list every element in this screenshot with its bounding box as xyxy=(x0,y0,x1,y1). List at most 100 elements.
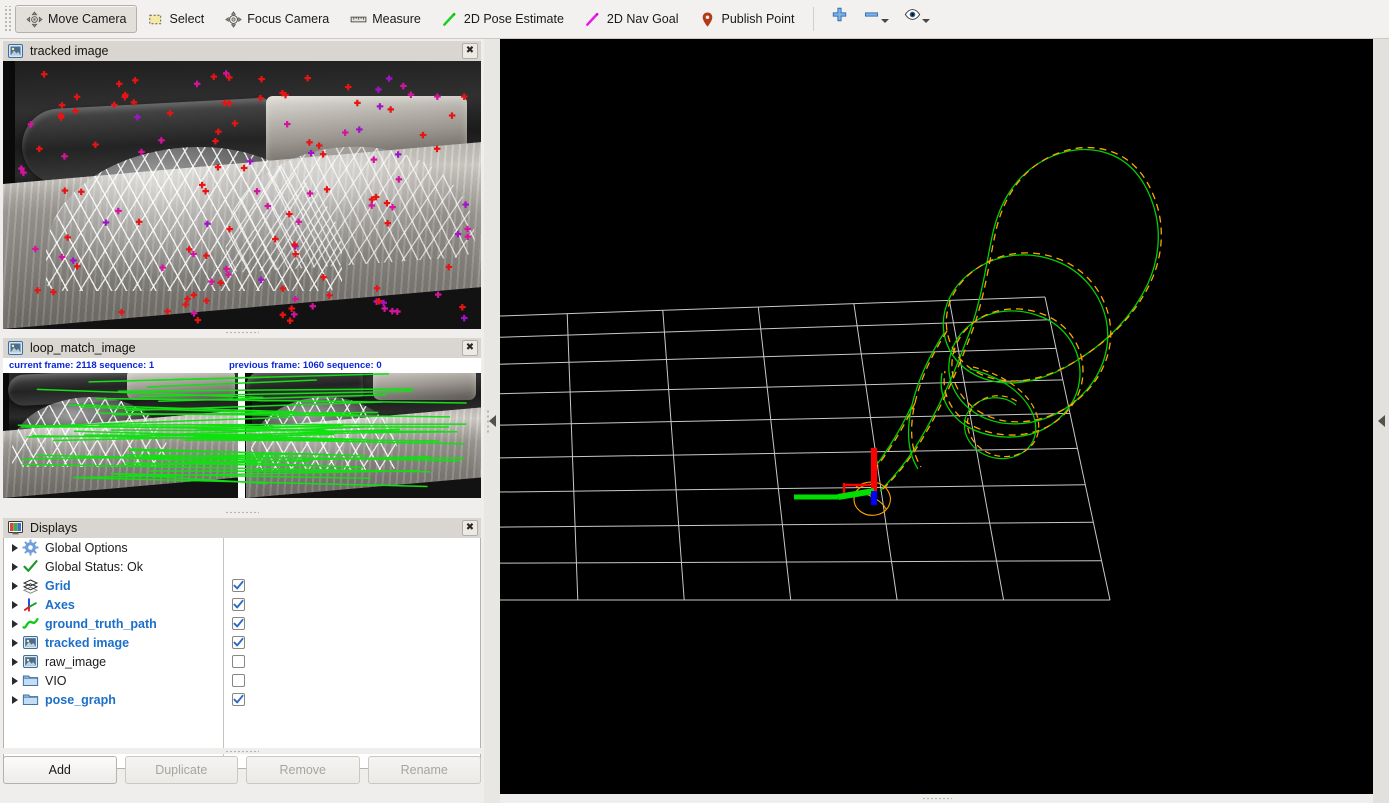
display-item-vio[interactable]: VIO xyxy=(4,671,223,690)
feature-point xyxy=(433,145,441,153)
tool-2d-pose-estimate[interactable]: 2D Pose Estimate xyxy=(431,5,574,33)
display-enabled-checkbox[interactable] xyxy=(232,598,245,611)
tool-select[interactable]: Select xyxy=(137,5,215,33)
tool-measure[interactable]: Measure xyxy=(339,5,431,33)
feature-point xyxy=(231,120,239,127)
feature-point xyxy=(286,317,294,325)
display-item-enable-cell[interactable] xyxy=(224,576,480,595)
expand-arrow-icon[interactable] xyxy=(8,595,22,614)
tool-2d-nav-goal[interactable]: 2D Nav Goal xyxy=(574,5,689,33)
panel-loop-match-titlebar[interactable]: loop_match_image ✖ xyxy=(3,338,481,358)
expand-arrow-icon[interactable] xyxy=(8,557,22,576)
display-item-global-status-ok[interactable]: Global Status: Ok xyxy=(4,557,223,576)
display-item-axes[interactable]: Axes xyxy=(4,595,223,614)
feature-point xyxy=(223,265,230,273)
feature-point xyxy=(394,308,401,315)
display-item-enable-cell[interactable] xyxy=(224,652,480,671)
expand-arrow-icon[interactable] xyxy=(8,690,22,709)
minus-icon xyxy=(862,5,880,23)
feature-point xyxy=(130,99,138,106)
add-button[interactable]: Add xyxy=(3,756,117,784)
feature-point xyxy=(286,210,293,218)
expand-arrow-icon[interactable] xyxy=(8,652,22,671)
display-item-global-options[interactable]: Global Options xyxy=(4,538,223,557)
rename-button[interactable]: Rename xyxy=(367,756,481,784)
expand-arrow-icon[interactable] xyxy=(8,671,22,690)
tool-publish-point[interactable]: Publish Point xyxy=(688,5,804,33)
feature-point xyxy=(194,316,202,324)
add-tool-button[interactable] xyxy=(823,5,855,33)
expand-arrow-icon[interactable] xyxy=(8,633,22,652)
tool-focus-camera[interactable]: Focus Camera xyxy=(214,5,339,33)
feature-point xyxy=(291,311,298,318)
panel-displays-close-icon[interactable]: ✖ xyxy=(462,520,478,536)
feature-point xyxy=(190,291,198,299)
feature-point xyxy=(448,112,456,119)
3d-render-view[interactable] xyxy=(500,39,1373,794)
move-camera-icon xyxy=(25,10,43,28)
left-dock: tracked image ✖ loop_match_image ✖ curre… xyxy=(0,39,484,803)
expand-arrow-icon[interactable] xyxy=(8,576,22,595)
display-item-enable-cell[interactable] xyxy=(224,614,480,633)
display-item-enable-cell[interactable] xyxy=(224,690,480,709)
panel-loop-match-close-icon[interactable]: ✖ xyxy=(462,340,478,356)
display-item-enable-cell[interactable] xyxy=(224,671,480,690)
visibility-button[interactable] xyxy=(896,5,937,33)
rviz-window: Move Camera Select Focus Camera Measure … xyxy=(0,0,1389,803)
panel-tracked-image-close-icon[interactable]: ✖ xyxy=(462,43,478,59)
display-enabled-checkbox[interactable] xyxy=(232,579,245,592)
feature-point xyxy=(202,188,209,195)
feature-point xyxy=(292,250,299,258)
panel-tracked-image-titlebar[interactable]: tracked image ✖ xyxy=(3,41,481,61)
display-item-tracked-image[interactable]: tracked image xyxy=(4,633,223,652)
splitter-tracked-loop[interactable] xyxy=(3,329,481,335)
view3d-bottom-splitter[interactable] xyxy=(500,794,1373,803)
folder-icon xyxy=(22,691,39,708)
image-display-icon xyxy=(8,341,23,355)
left-dock-splitter[interactable] xyxy=(484,39,500,803)
visibility-chevron-down-icon[interactable] xyxy=(922,19,931,23)
right-dock-splitter[interactable] xyxy=(1373,39,1389,803)
feature-point xyxy=(461,314,468,322)
feature-point xyxy=(203,297,210,305)
feature-point xyxy=(454,230,462,238)
loop-match-frame-banner: current frame: 2118 sequence: 1 previous… xyxy=(3,358,481,373)
display-item-grid[interactable]: Grid xyxy=(4,576,223,595)
expand-arrow-icon[interactable] xyxy=(8,614,22,633)
feature-point xyxy=(32,245,39,253)
remove-tool-button[interactable] xyxy=(855,5,896,33)
plus-icon xyxy=(830,5,848,23)
duplicate-button[interactable]: Duplicate xyxy=(124,756,238,784)
right-splitter-triangle-left-icon[interactable] xyxy=(1377,415,1385,427)
feature-point xyxy=(217,279,224,287)
expand-arrow-icon[interactable] xyxy=(8,538,22,557)
display-enabled-checkbox[interactable] xyxy=(232,693,245,706)
tool-move-camera[interactable]: Move Camera xyxy=(15,5,137,33)
feature-point xyxy=(131,77,139,84)
display-item-enable-cell[interactable] xyxy=(224,633,480,652)
path-icon xyxy=(22,615,39,632)
display-item-label: Global Options xyxy=(45,540,128,555)
display-item-raw-image[interactable]: raw_image xyxy=(4,652,223,671)
left-splitter-grip[interactable] xyxy=(486,409,490,435)
display-enabled-checkbox[interactable] xyxy=(232,617,245,630)
loop-match-previous-frame-text: previous frame: 1060 sequence: 0 xyxy=(229,360,382,371)
nav-goal-icon xyxy=(584,10,602,28)
display-enabled-checkbox[interactable] xyxy=(232,636,245,649)
display-item-enable-cell[interactable] xyxy=(224,595,480,614)
feature-point xyxy=(368,202,376,209)
display-item-label: tracked image xyxy=(45,635,130,650)
display-enabled-checkbox[interactable] xyxy=(232,655,245,668)
feature-point xyxy=(159,264,166,271)
remove-tool-chevron-down-icon[interactable] xyxy=(881,19,890,23)
feature-point xyxy=(464,225,472,233)
display-item-pose-graph[interactable]: pose_graph xyxy=(4,690,223,709)
remove-button[interactable]: Remove xyxy=(246,756,360,784)
panel-displays-titlebar[interactable]: Displays ✖ xyxy=(3,518,481,538)
display-enabled-checkbox[interactable] xyxy=(232,674,245,687)
display-item-ground-truth-path[interactable]: ground_truth_path xyxy=(4,614,223,633)
splitter-displays-buttons[interactable] xyxy=(3,748,481,754)
toolbar-drag-handle[interactable] xyxy=(3,6,13,32)
splitter-loop-displays[interactable] xyxy=(3,509,481,515)
feature-point xyxy=(326,292,333,299)
